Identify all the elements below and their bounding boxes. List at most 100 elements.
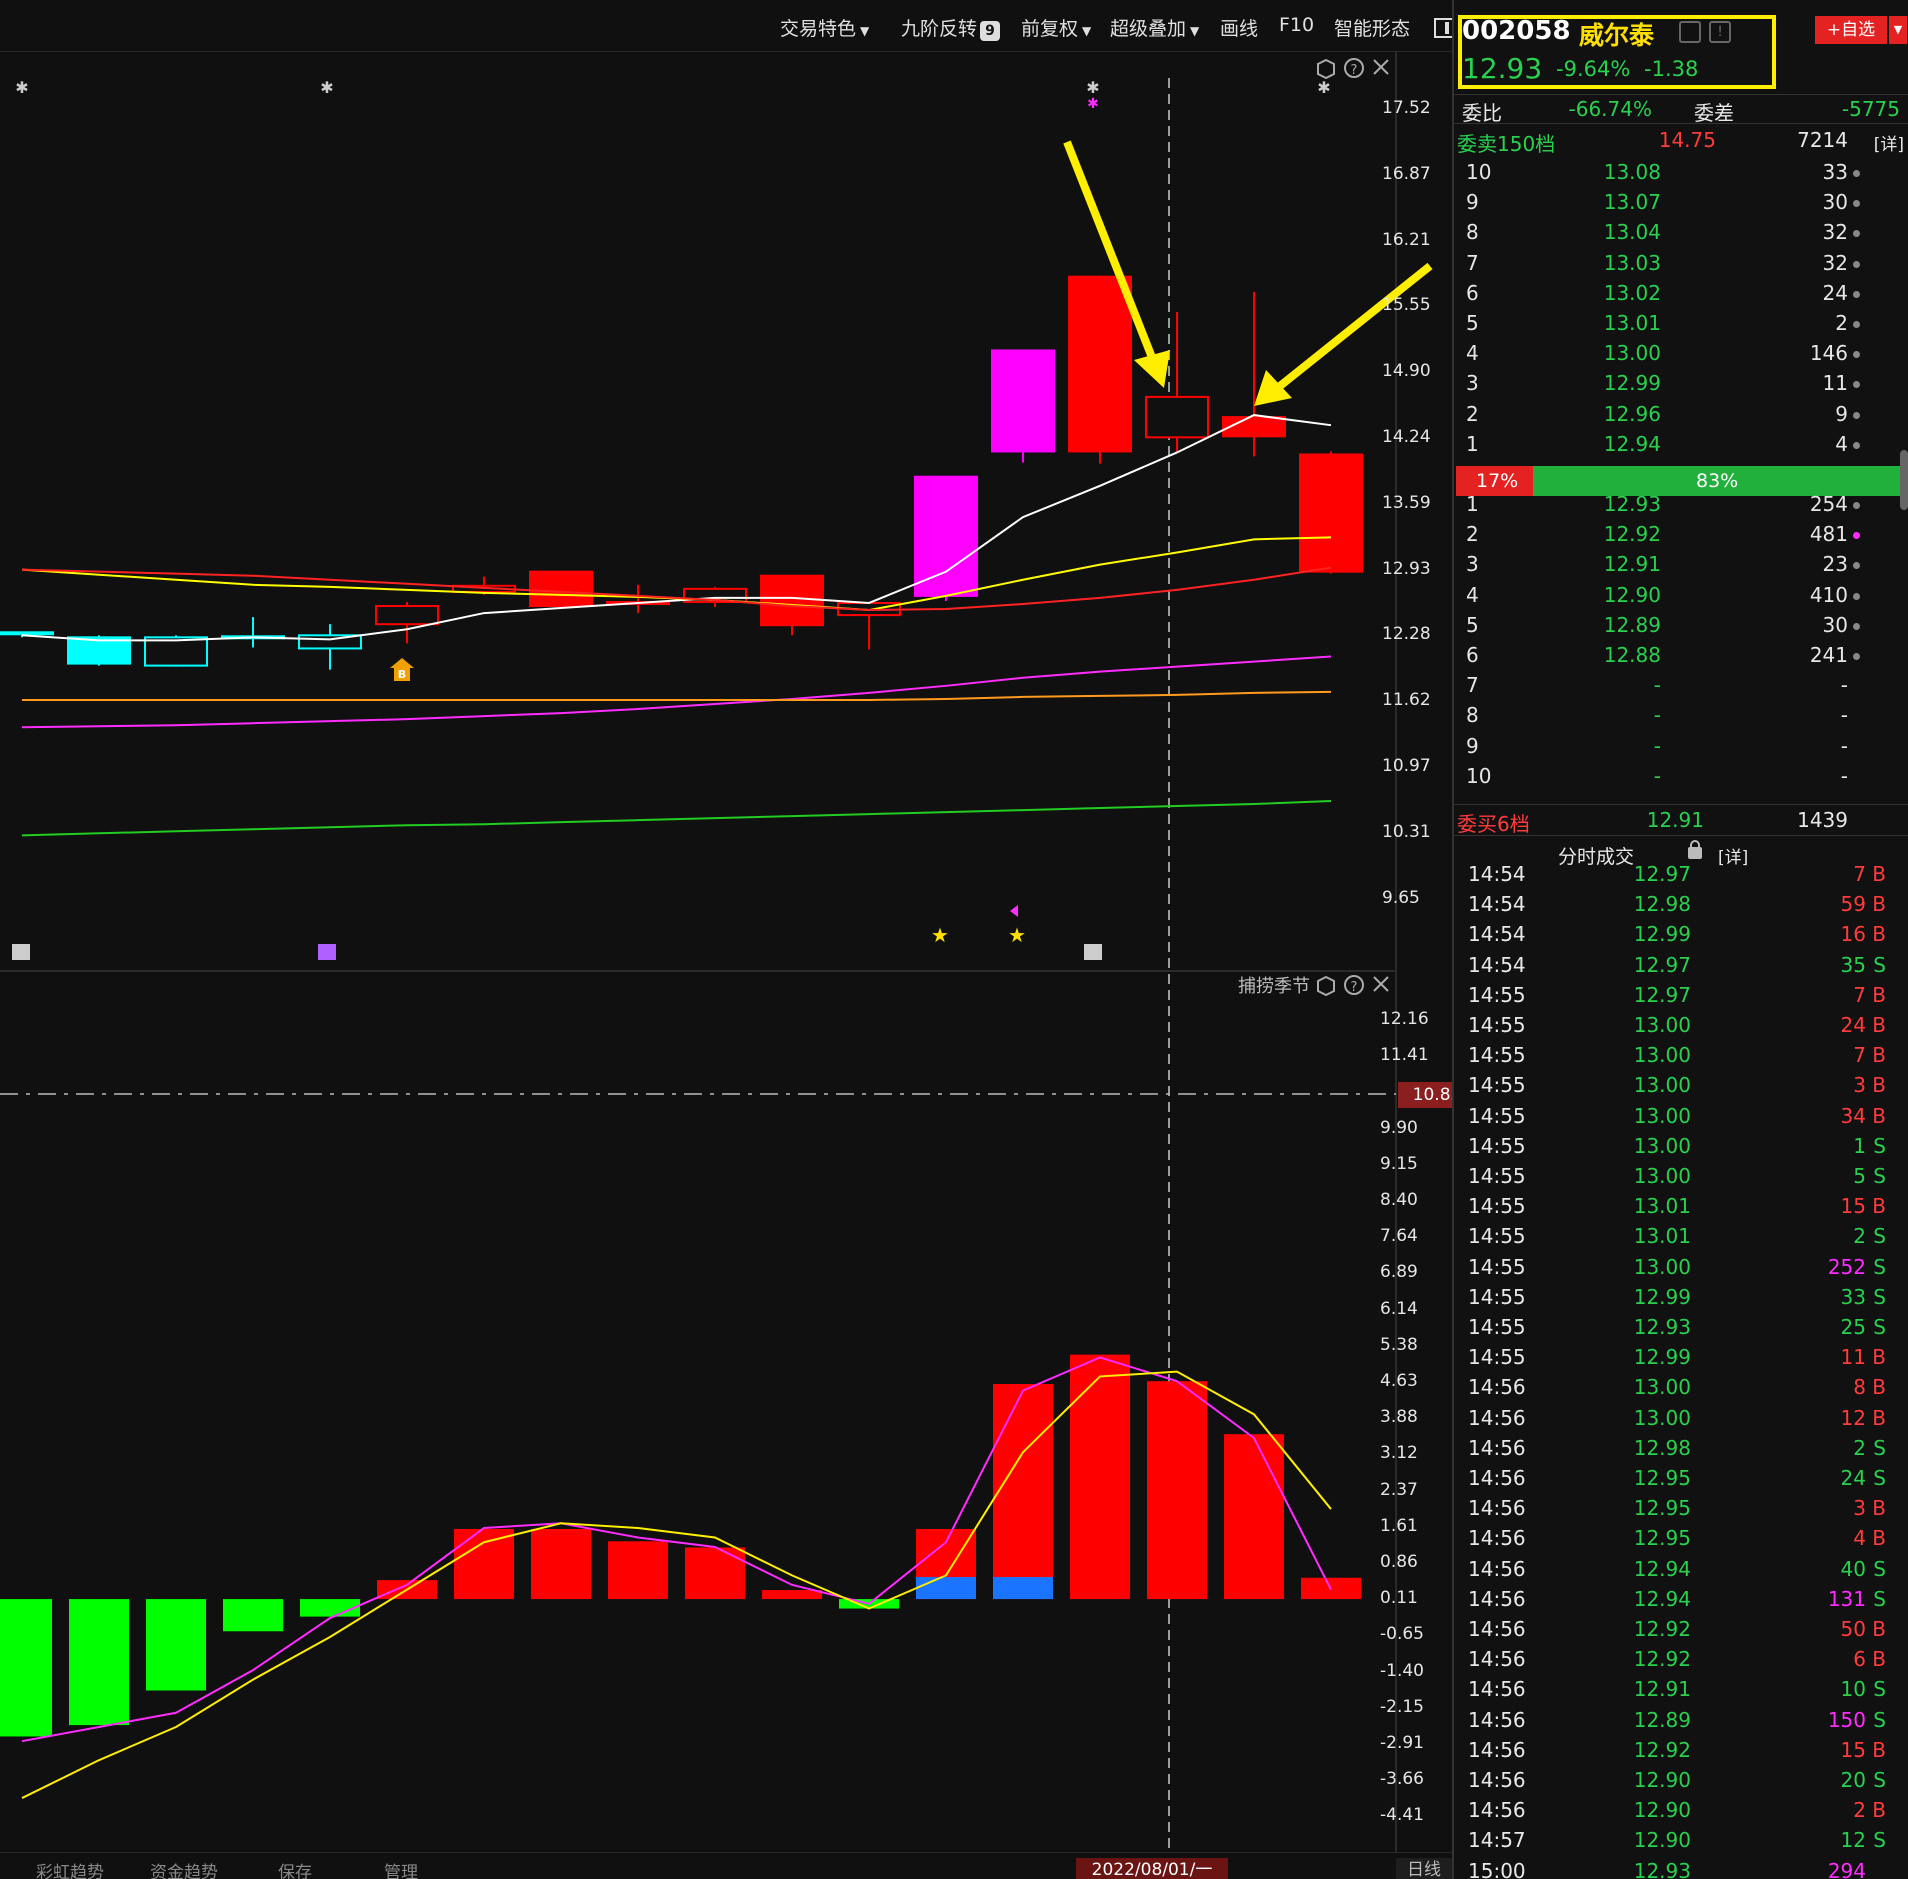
buy-level-row[interactable]: 2 12.92 481 [1454,522,1908,550]
indicator-help-icon[interactable]: ? [1344,975,1364,995]
dot-icon [1853,200,1860,208]
level-price: 12.99 [1603,371,1661,396]
stock-name: 威尔泰 [1579,21,1655,50]
indicator-close-icon[interactable] [1373,976,1389,992]
tick-volume: 59 [1840,892,1866,917]
level-price: - [1653,673,1661,698]
tick-time: 14:55 [1468,982,1526,1007]
tick-row: 14:56 13.00 8 B [1454,1375,1908,1403]
sell-level-row[interactable]: 6 13.02 24 [1454,281,1908,309]
tick-price: 12.97 [1633,862,1691,886]
tick-volume: 150 [1827,1707,1866,1732]
buy-level-row[interactable]: 8 - - [1454,703,1908,731]
tick-volume: 7 [1853,982,1866,1007]
tick-direction: B [1872,1103,1886,1128]
chart-area[interactable]: 交易特色 ▼ 九阶反转 9 前复权 ▼ 超级叠加 ▼ 画线 F10 智能形态 ? ? ✱… [0,0,1476,1879]
buy-level-row[interactable]: 10 - - [1454,764,1908,792]
sell-level-row[interactable]: 3 12.99 11 [1454,371,1908,399]
sell-level-row[interactable]: 8 13.04 32 [1454,220,1908,248]
candle [529,570,593,608]
level-price: - [1653,703,1661,728]
tick-time: 14:55 [1468,1254,1526,1279]
sell-level-row[interactable]: 9 13.07 30 [1454,190,1908,218]
sell-level-row[interactable]: 4 13.00 146 [1454,341,1908,369]
tick-volume: 5 [1853,1164,1866,1188]
level-volume: 4 [1835,431,1848,456]
tick-row: 14:56 12.95 3 B [1454,1496,1908,1524]
tab-save[interactable]: 保存 [278,1858,312,1879]
tick-row: 14:54 12.97 35 S [1454,953,1908,981]
indicator-bar-blue [916,1577,976,1600]
tick-row: 15:00 12.93 294 [1454,1859,1908,1879]
tick-volume: 10 [1840,1677,1866,1702]
tick-volume: 35 [1840,952,1866,977]
tick-row: 14:55 12.99 11 B [1454,1345,1908,1373]
buy-level-row[interactable]: 7 - - [1454,673,1908,701]
buy-level-row[interactable]: 1 12.93 254 [1454,492,1908,520]
tab-capital-trend[interactable]: 资金趋势 [150,1858,218,1879]
flag-icon [1010,905,1018,917]
level-volume: 241 [1809,643,1848,667]
candle [683,586,747,608]
sell-level-row[interactable]: 7 13.03 32 [1454,251,1908,279]
tick-price: 13.00 [1633,1043,1691,1068]
tick-time: 14:56 [1468,1617,1526,1641]
buy-level-row[interactable]: 5 12.89 30 [1454,613,1908,641]
buy-level-row[interactable]: 4 12.90 410 [1454,583,1908,611]
sell-level-row[interactable]: 5 13.01 2 [1454,311,1908,339]
level-price: 13.07 [1603,190,1661,215]
panel-settings-icon[interactable] [1317,58,1335,80]
tick-volume: 15 [1840,1194,1866,1219]
level-price: 13.02 [1603,280,1661,305]
tick-time: 14:54 [1468,952,1526,977]
tick-time: 14:56 [1468,1647,1526,1672]
buy-marker-label: B [398,668,406,681]
tab-rainbow-trend[interactable]: 彩虹趋势 [36,1858,104,1879]
add-watchlist-button[interactable]: +自选 [1815,16,1887,44]
bell-icon[interactable] [1679,21,1701,43]
indicator-line [21,1370,1332,1799]
indicator-axis-label: 3.88 [1380,1407,1418,1428]
panel-help-icon[interactable]: ? [1344,58,1364,78]
tick-time: 14:54 [1468,922,1526,947]
indicator-axis-label: 3.12 [1380,1443,1418,1464]
candle [914,475,978,601]
panel-close-icon[interactable] [1373,59,1389,75]
sell-level-row[interactable]: 2 12.96 9 [1454,402,1908,430]
tick-price: 12.95 [1633,1496,1691,1521]
tick-direction: B [1872,1617,1886,1641]
tick-direction: B [1872,1043,1886,1068]
buy-level-row[interactable]: 9 - - [1454,734,1908,762]
tab-manage[interactable]: 管理 [384,1858,418,1879]
lock-icon[interactable] [1688,840,1702,859]
sell-detail-link[interactable]: [详] [1874,130,1904,155]
dot-icon [1853,502,1860,509]
tick-row: 14:55 13.00 7 B [1454,1043,1908,1071]
tick-direction: S [1873,1677,1886,1702]
sell-level-row[interactable]: 10 13.08 33 [1454,160,1908,188]
weibi-label: 委比 [1462,101,1502,125]
dot-icon [1853,411,1860,419]
buy-level-row[interactable]: 6 12.88 241 [1454,643,1908,671]
candlestick-chart[interactable]: ? ? ✱ ✱ ✱ ✱ ✱ B ★ ★ 捕捞季节 [0,0,1452,1852]
asterisk-marker-icon: ✱ [1087,96,1099,112]
alert-icon[interactable]: ! [1709,21,1731,43]
tick-volume: 50 [1840,1617,1866,1641]
level-price: 13.04 [1603,220,1661,245]
tick-price: 13.01 [1633,1224,1691,1249]
tick-row: 14:55 12.97 7 B [1454,983,1908,1011]
level-volume: - [1840,763,1848,788]
tick-price: 12.90 [1633,1798,1691,1823]
tick-time: 15:00 [1468,1858,1526,1879]
indicator-settings-icon[interactable] [1317,975,1335,997]
sell-level-row[interactable]: 1 12.94 4 [1454,432,1908,460]
price-change: -1.38 [1644,57,1699,81]
watchlist-dropdown-icon[interactable]: ▼ [1889,16,1907,44]
buy-level-row[interactable]: 3 12.91 23 [1454,552,1908,580]
level-price: 13.00 [1603,341,1661,366]
price-axis-label: 16.87 [1382,163,1431,184]
level-price: 12.94 [1603,431,1661,456]
tick-row: 14:55 13.00 24 B [1454,1013,1908,1041]
indicator-axis-label: 4.63 [1380,1371,1418,1391]
indicator-axis-label: 6.14 [1380,1298,1418,1319]
